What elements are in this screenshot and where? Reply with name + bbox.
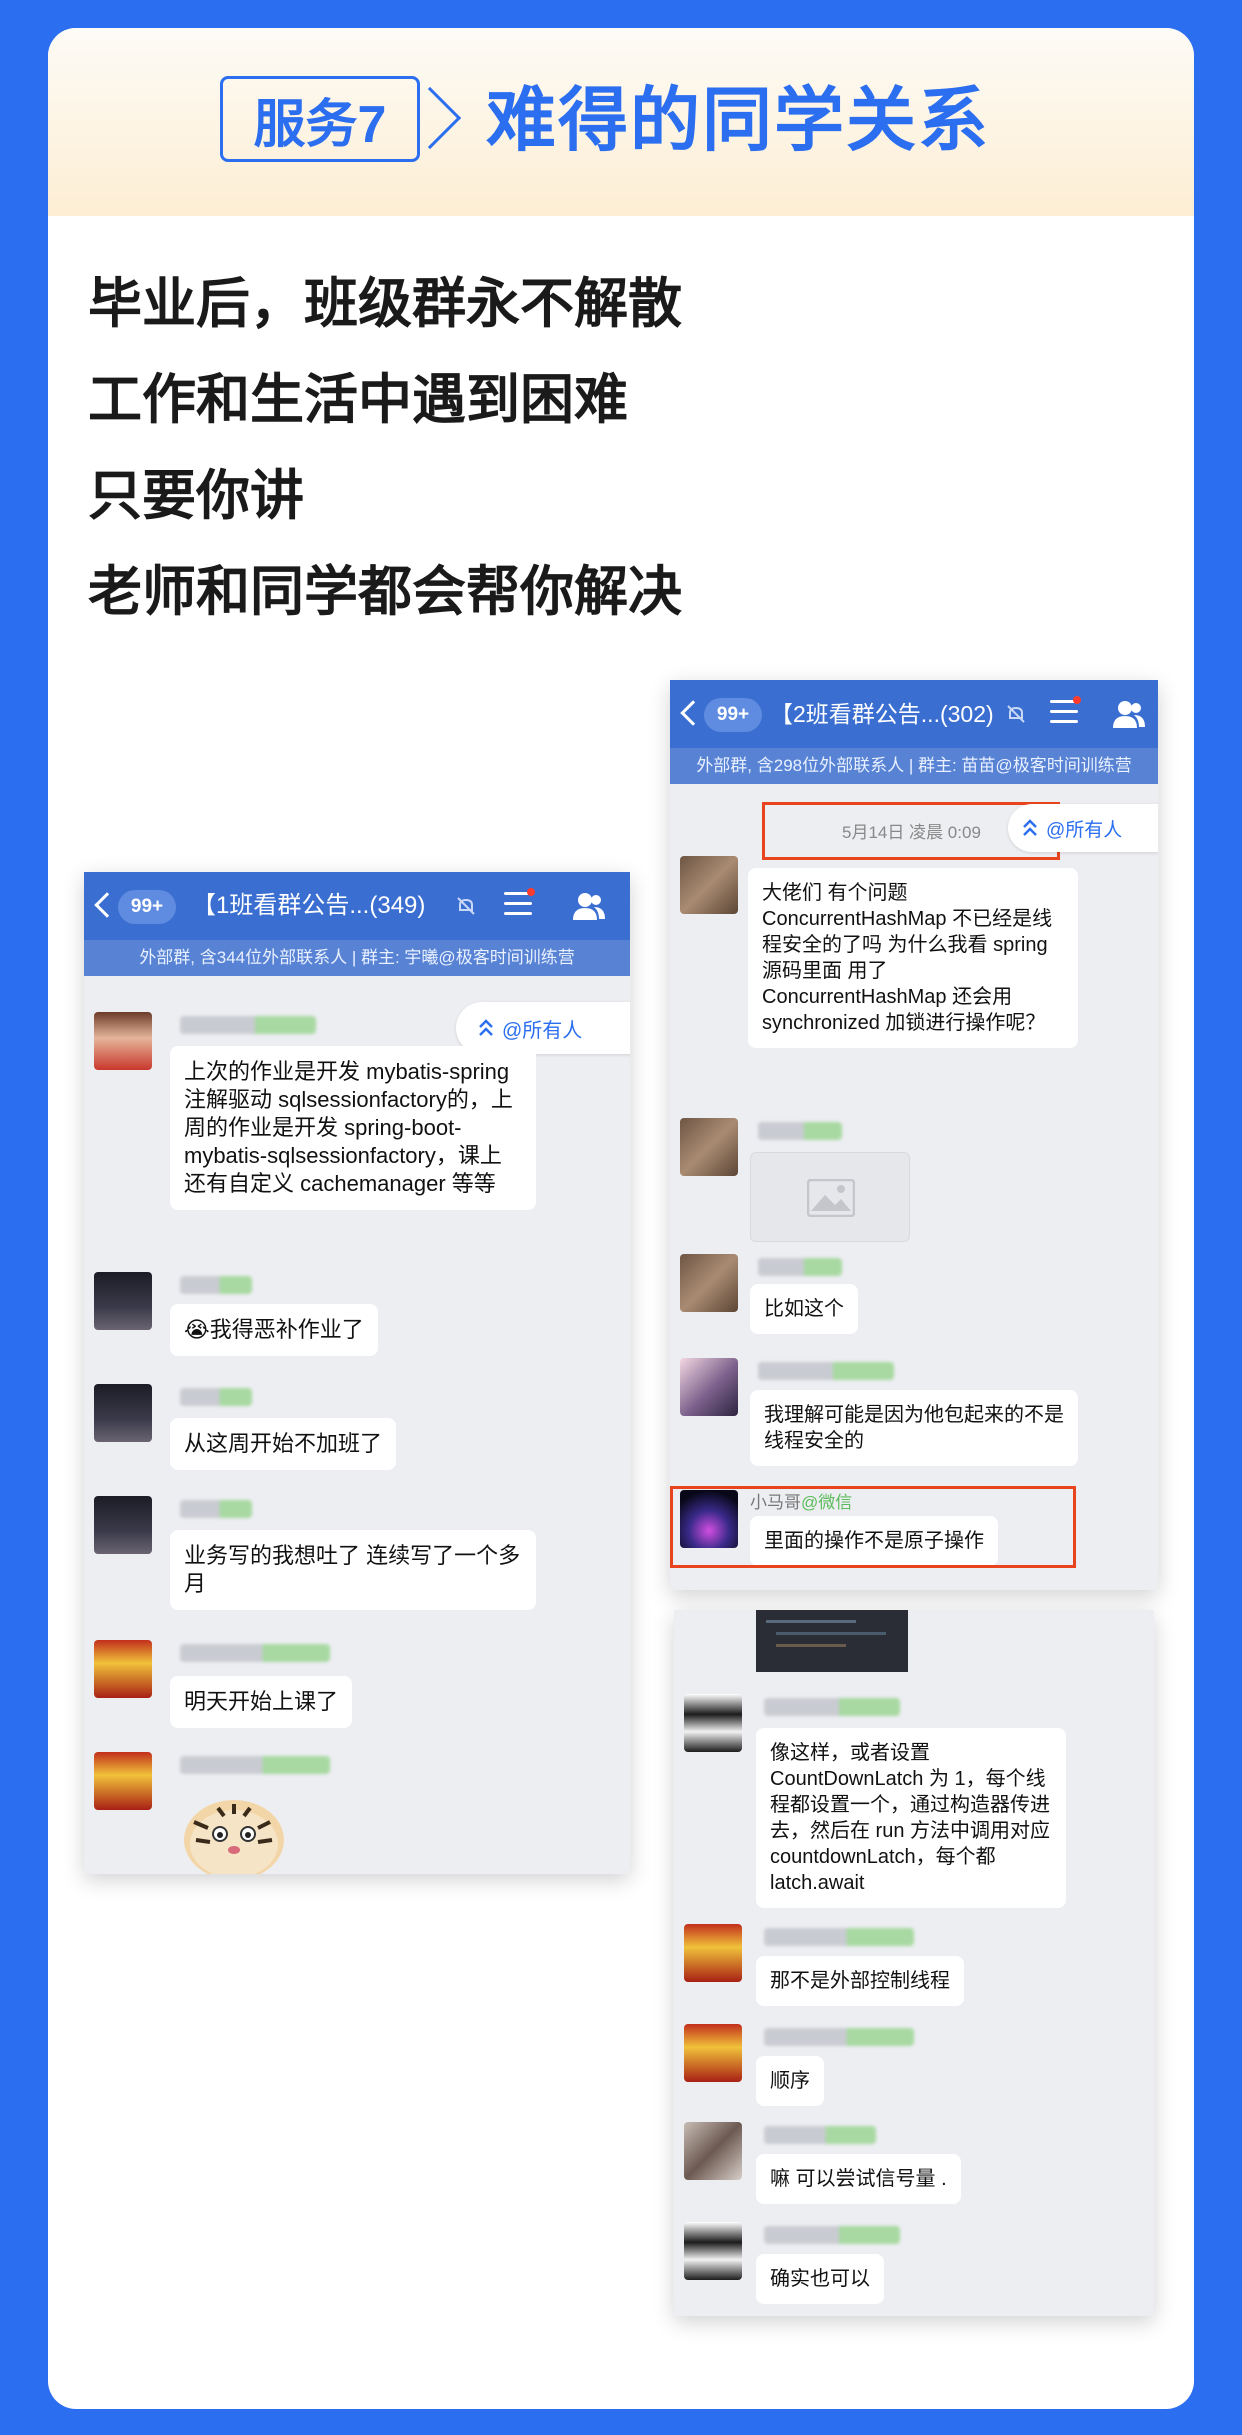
avatar[interactable] [684, 1924, 742, 1982]
chat-message: 😭我得恶补作业了 [94, 1272, 624, 1372]
avatar[interactable] [94, 1012, 152, 1070]
sender-name [764, 1928, 914, 1946]
message-bubble: 上次的作业是开发 mybatis-spring 注解驱动 sqlsessionf… [170, 1046, 536, 1210]
avatar[interactable] [94, 1640, 152, 1698]
mute-icon [457, 897, 475, 915]
code-screenshot[interactable] [756, 1610, 908, 1672]
chat-title: 【2班看群公告...(302) [770, 701, 994, 727]
service-tag: 服务7 [220, 76, 420, 162]
sender-name [180, 1756, 330, 1774]
avatar[interactable] [680, 856, 738, 914]
image-placeholder[interactable] [750, 1152, 910, 1242]
intro-line: 只要你讲 [88, 466, 304, 526]
chat-message: 我理解可能是因为他包起来的不是线程安全的 [680, 1358, 1150, 1468]
chat-window-class2-continued: 像这样，或者设置 CountDownLatch 为 1，每个线程都设置一个，通过… [674, 1610, 1154, 2316]
message-bubble: 那不是外部控制线程 [756, 1956, 964, 2006]
notification-dot [1073, 696, 1081, 704]
unread-badge[interactable]: 99+ [704, 698, 762, 732]
chat-message: 业务写的我想吐了 连续写了一个多月 [94, 1496, 624, 1626]
chat-message: 从这周开始不加班了 [94, 1384, 624, 1484]
avatar[interactable] [684, 2122, 742, 2180]
chat-title: 【1班看群公告...(349) [192, 892, 426, 919]
chat-subtitle: 外部群, 含344位外部联系人 | 群主: 宇曦@极客时间训练营 [84, 940, 630, 976]
message-bubble: 从这周开始不加班了 [170, 1418, 397, 1470]
at-all-button[interactable]: @所有人 [1008, 804, 1158, 852]
sender-name [758, 1122, 842, 1140]
avatar[interactable] [684, 2222, 742, 2280]
sender-name [180, 1500, 252, 1518]
notification-dot [527, 888, 535, 896]
avatar[interactable] [680, 1254, 738, 1312]
highlight-box [670, 1486, 1076, 1568]
chat-subtitle: 外部群, 含298位外部联系人 | 群主: 苗苗@极客时间训练营 [670, 748, 1158, 784]
sender-name [180, 1644, 330, 1662]
chat-header: 99+ 【1班看群公告...(349) [84, 872, 630, 940]
intro-line: 毕业后，班级群永不解散 [88, 274, 682, 334]
back-icon[interactable] [680, 700, 706, 726]
menu-icon[interactable] [504, 892, 532, 918]
chat-message: 比如这个 [680, 1254, 1150, 1344]
avatar[interactable] [94, 1272, 152, 1330]
chat-message: 那不是外部控制线程 [684, 1924, 1144, 2014]
members-icon[interactable] [572, 890, 606, 922]
avatar[interactable] [94, 1752, 152, 1810]
image-icon [807, 1179, 855, 1217]
message-bubble: 明天开始上课了 [170, 1676, 353, 1728]
chat-message: 顺序 [684, 2024, 1144, 2114]
members-icon[interactable] [1112, 698, 1146, 730]
chat-message: 上次的作业是开发 mybatis-spring 注解驱动 sqlsessionf… [94, 1012, 624, 1282]
at-all-label: @所有人 [1046, 819, 1123, 841]
message-bubble: 顺序 [756, 2056, 824, 2106]
card-header: 服务7 难得的同学关系 [48, 28, 1194, 216]
sender-name [758, 1258, 842, 1276]
avatar[interactable] [94, 1384, 152, 1442]
sender-name [764, 2126, 876, 2144]
chat-message: 确实也可以 [684, 2222, 1144, 2312]
message-bubble: 我理解可能是因为他包起来的不是线程安全的 [750, 1390, 1078, 1466]
message-bubble: 嘛 可以尝试信号量 . [756, 2154, 961, 2204]
sender-name [758, 1362, 894, 1380]
chat-window-class1: 99+ 【1班看群公告...(349) 外部群, 含344位外部联系人 | 群主… [84, 872, 630, 1874]
message-bubble: 大佬们 有个问题 ConcurrentHashMap 不已经是线程安全的了吗 为… [748, 868, 1078, 1048]
chat-message [94, 1752, 624, 1874]
message-bubble: 比如这个 [750, 1284, 858, 1334]
message-bubble: 😭我得恶补作业了 [170, 1304, 378, 1356]
back-icon[interactable] [94, 892, 120, 918]
page-title: 难得的同学关系 [486, 81, 990, 159]
tiger-sticker-icon [184, 1800, 284, 1874]
message-bubble: 像这样，或者设置 CountDownLatch 为 1，每个线程都设置一个，通过… [756, 1728, 1066, 1908]
chat-message: 明天开始上课了 [94, 1640, 624, 1740]
intro-line: 老师和同学都会帮你解决 [88, 562, 682, 622]
unread-badge[interactable]: 99+ [118, 890, 176, 924]
chat-header: 99+ 【2班看群公告...(302) [670, 680, 1158, 748]
avatar[interactable] [684, 1694, 742, 1752]
avatar[interactable] [684, 2024, 742, 2082]
menu-icon[interactable] [1050, 700, 1078, 726]
sender-name [764, 2028, 914, 2046]
chat-message: 像这样，或者设置 CountDownLatch 为 1，每个线程都设置一个，通过… [684, 1694, 1144, 1924]
sender-name [180, 1388, 252, 1406]
chat-message: 大佬们 有个问题 ConcurrentHashMap 不已经是线程安全的了吗 为… [680, 856, 1150, 1096]
avatar[interactable] [94, 1496, 152, 1554]
sender-name [180, 1016, 316, 1034]
sender-name [764, 2226, 900, 2244]
double-chevron-up-icon [1023, 819, 1037, 836]
message-bubble: 确实也可以 [756, 2254, 884, 2304]
intro-line: 工作和生活中遇到困难 [88, 370, 628, 430]
sender-name [764, 1698, 900, 1716]
message-bubble: 业务写的我想吐了 连续写了一个多月 [170, 1530, 536, 1610]
chat-message [680, 1118, 1150, 1248]
sender-name [180, 1276, 252, 1294]
intro-text: 毕业后，班级群永不解散 工作和生活中遇到困难 只要你讲 老师和同学都会帮你解决 [88, 256, 888, 640]
avatar[interactable] [680, 1118, 738, 1176]
mute-icon [1007, 705, 1025, 723]
chat-message: 嘛 可以尝试信号量 . [684, 2122, 1144, 2212]
avatar[interactable] [680, 1358, 738, 1416]
chat-window-class2: 99+ 【2班看群公告...(302) 外部群, 含298位外部联系人 | 群主… [670, 680, 1158, 1590]
